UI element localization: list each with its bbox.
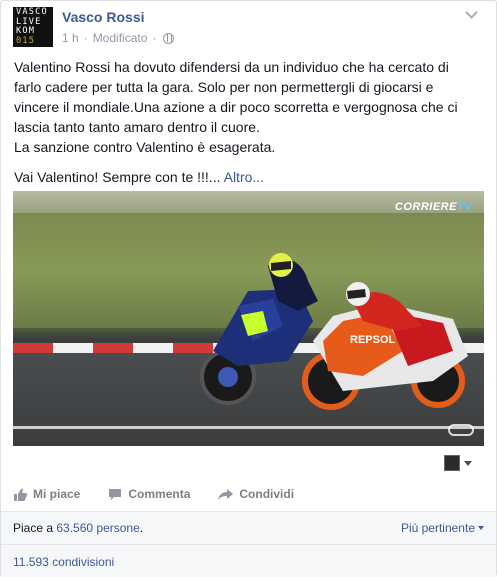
meta-separator: · [83, 31, 88, 45]
comment-button[interactable]: Commenta [108, 487, 190, 501]
share-button[interactable]: Condividi [218, 487, 294, 501]
bike-livery-text: REPSOL [350, 334, 396, 346]
globe-icon[interactable] [163, 32, 175, 44]
likes-summary: Piace a 63.560 persone. [13, 521, 143, 535]
divider [1, 544, 496, 545]
avatar-line-1: VASCO [16, 7, 48, 17]
avatar-line-3: KOM [16, 26, 36, 36]
speech-bubble-icon [109, 488, 122, 500]
share-arrow-icon [218, 488, 234, 500]
closing-line: Vai Valentino! Sempre con te !!!... [14, 169, 221, 185]
video-watermark: CORRIERETV [395, 201, 472, 213]
comment-label: Commenta [128, 487, 191, 501]
avatar-line-4: 015 [16, 35, 36, 46]
edited-label[interactable]: Modificato [93, 31, 148, 45]
watermark-tv: TV [456, 201, 472, 213]
post-text-line: Valentino Rossi ha dovuto difendersi da … [14, 59, 449, 75]
like-label: Mi piace [33, 487, 81, 501]
comment-sort-dropdown[interactable]: Più pertinente [401, 521, 484, 535]
watermark-main: CORRIERE [394, 201, 457, 213]
page-avatar-icon [444, 455, 460, 471]
chevron-down-icon[interactable] [464, 7, 480, 21]
like-button[interactable]: Mi piace [13, 487, 80, 501]
video-player[interactable]: REPSOL CORRIERETV [13, 191, 484, 446]
post-as-selector[interactable] [444, 455, 472, 471]
comment-sort-label: Più pertinente [400, 521, 475, 535]
share-label: Condividi [239, 487, 295, 501]
thumbs-up-icon [14, 488, 27, 501]
likes-suffix: . [139, 521, 144, 535]
motogp-logo-icon [448, 424, 474, 436]
post-text-line: lascia tanto tanto amaro dentro il cuore… [14, 119, 260, 135]
post-text-line: vincere il mondiale.Una azione a dir poc… [14, 99, 458, 115]
post-text: Valentino Rossi ha dovuto difendersi da … [14, 57, 486, 187]
meta-separator-2: · [152, 31, 157, 45]
author-name[interactable]: Vasco Rossi [62, 9, 145, 25]
motorbikes-illustration: REPSOL [200, 253, 468, 410]
avatar-line-2: LIVE [16, 16, 42, 27]
post-text-line: farlo cadere per tutta la gara. Solo per… [14, 79, 434, 95]
more-link[interactable]: Altro... [224, 169, 264, 185]
closing-line-row: Vai Valentino! Sempre con te !!!... Altr… [14, 167, 486, 187]
action-bar: Mi piace Commenta Condividi [13, 487, 294, 501]
post-time[interactable]: 1 h [62, 31, 79, 45]
likes-count-link[interactable]: 63.560 persone [56, 521, 139, 535]
post-text-line: La sanzione contro Valentino è esagerata… [14, 139, 276, 155]
author-avatar[interactable]: VASCO LIVE KOM 015 [13, 7, 53, 47]
likes-prefix: Piace a [13, 521, 57, 535]
post-card: VASCO LIVE KOM 015 Vasco Rossi 1 h · Mod… [0, 0, 497, 577]
caret-down-icon [478, 526, 484, 530]
post-meta: 1 h · Modificato · [62, 31, 175, 45]
shares-count-link[interactable]: 11.593 condivisioni [13, 555, 114, 569]
caret-down-icon [464, 460, 472, 466]
